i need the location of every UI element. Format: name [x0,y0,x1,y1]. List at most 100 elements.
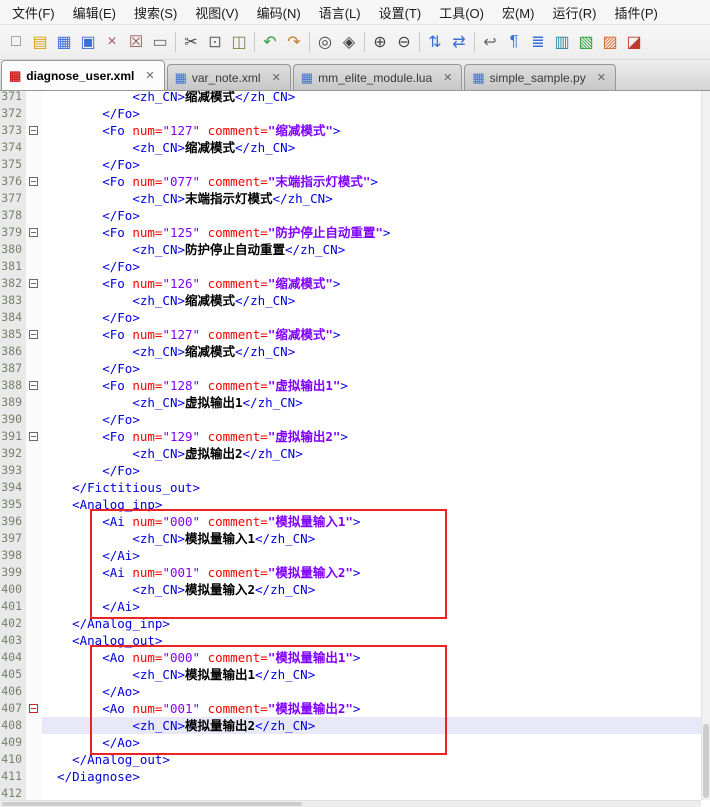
code-text[interactable]: <Ao num="000" comment="模拟量输出1"> [42,649,710,666]
fold-collapse-icon[interactable] [29,228,38,237]
cut-icon[interactable]: ✂ [179,30,203,54]
close-tab-icon[interactable]: ✕ [270,71,283,84]
code-text[interactable]: </Fo> [42,360,710,377]
code-text[interactable]: <Fo num="129" comment="虚拟输出2"> [42,428,710,445]
menu-item-2[interactable]: 编辑(E) [64,0,125,25]
tab-simple-sample-py[interactable]: ▦simple_sample.py✕ [464,64,616,90]
menu-item-4[interactable]: 视图(V) [186,0,247,25]
code-text[interactable]: <Fo num="126" comment="缩减模式"> [42,275,710,292]
close-tab-icon[interactable]: ✕ [441,71,454,84]
replace-icon[interactable]: ◈ [337,30,361,54]
code-text[interactable]: </Ao> [42,683,710,700]
plugin-red-icon[interactable]: ◪ [622,30,646,54]
sync-vertical-icon[interactable]: ⇅ [423,30,447,54]
find-icon[interactable]: ◎ [313,30,337,54]
save-all-icon[interactable]: ▣ [76,30,100,54]
tab-var-note-xml[interactable]: ▦var_note.xml✕ [167,64,291,90]
code-text[interactable]: <Ai num="000" comment="模拟量输入1"> [42,513,710,530]
horizontal-scrollbar[interactable] [0,800,701,807]
code-text[interactable]: <Analog_inp> [42,496,710,513]
plugin-orange-icon[interactable]: ▨ [598,30,622,54]
code-text[interactable]: </Analog_inp> [42,615,710,632]
function-list-icon[interactable]: ▧ [574,30,598,54]
code-text[interactable]: <zh_CN>防护停止自动重置</zh_CN> [42,241,710,258]
code-text[interactable]: <Fo num="125" comment="防护停止自动重置"> [42,224,710,241]
code-text[interactable]: <Fo num="127" comment="缩减模式"> [42,122,710,139]
code-text[interactable]: <zh_CN>缩减模式</zh_CN> [42,91,710,105]
open-folder-icon[interactable]: ▤ [28,30,52,54]
code-text[interactable]: <zh_CN>模拟量输入2</zh_CN> [42,581,710,598]
paste-icon[interactable]: ◫ [227,30,251,54]
code-text[interactable]: </Fo> [42,411,710,428]
close-tab-icon[interactable]: ✕ [143,69,156,82]
vertical-scrollbar-thumb[interactable] [703,724,709,798]
code-text[interactable]: <Fo num="128" comment="虚拟输出1"> [42,377,710,394]
code-text[interactable]: </Fo> [42,156,710,173]
line-number: 376 [0,173,26,190]
close-file-icon[interactable]: × [100,30,124,54]
fold-collapse-icon[interactable] [29,279,38,288]
new-file-icon[interactable]: □ [4,30,28,54]
menu-item-9[interactable]: 宏(M) [493,0,544,25]
tab-mm-elite-module-lua[interactable]: ▦mm_elite_module.lua✕ [293,64,463,90]
close-tab-icon[interactable]: ✕ [595,71,608,84]
undo-icon[interactable]: ↶ [258,30,282,54]
code-text[interactable]: <zh_CN>模拟量输入1</zh_CN> [42,530,710,547]
fold-collapse-icon[interactable] [29,381,38,390]
code-text[interactable]: </Fo> [42,462,710,479]
save-icon[interactable]: ▦ [52,30,76,54]
code-text[interactable]: <Fo num="127" comment="缩减模式"> [42,326,710,343]
indent-guide-icon[interactable]: ≣ [526,30,550,54]
menu-item-5[interactable]: 编码(N) [248,0,310,25]
code-text[interactable]: <Ao num="001" comment="模拟量输出2"> [42,700,710,717]
code-text[interactable]: <Analog_out> [42,632,710,649]
word-wrap-icon[interactable]: ↩ [478,30,502,54]
code-text[interactable]: </Analog_out> [42,751,710,768]
zoom-in-icon[interactable]: ⊕ [368,30,392,54]
code-text[interactable]: <Ai num="001" comment="模拟量输入2"> [42,564,710,581]
code-text[interactable]: <zh_CN>模拟量输出2</zh_CN> [42,717,710,734]
menu-item-6[interactable]: 语言(L) [310,0,370,25]
code-text[interactable]: <zh_CN>虚拟输出2</zh_CN> [42,445,710,462]
close-all-icon[interactable]: ☒ [124,30,148,54]
code-text[interactable]: <zh_CN>缩减模式</zh_CN> [42,139,710,156]
print-icon[interactable]: ▭ [148,30,172,54]
code-text[interactable]: <Fo num="077" comment="末端指示灯模式"> [42,173,710,190]
show-all-chars-icon[interactable]: ¶ [502,30,526,54]
code-text[interactable]: <zh_CN>缩减模式</zh_CN> [42,343,710,360]
sync-horizontal-icon[interactable]: ⇄ [447,30,471,54]
fold-collapse-icon[interactable] [29,330,38,339]
menu-item-7[interactable]: 设置(T) [370,0,431,25]
code-text[interactable]: </Fo> [42,258,710,275]
fold-collapse-icon[interactable] [29,432,38,441]
code-text[interactable]: <zh_CN>末端指示灯模式</zh_CN> [42,190,710,207]
fold-collapse-icon[interactable] [29,177,38,186]
code-text[interactable]: </Fo> [42,309,710,326]
code-text[interactable]: <zh_CN>模拟量输出1</zh_CN> [42,666,710,683]
code-text[interactable]: </Fictitious_out> [42,479,710,496]
doc-map-icon[interactable]: ▥ [550,30,574,54]
fold-collapse-icon[interactable] [29,704,38,713]
code-line: 386 <zh_CN>缩减模式</zh_CN> [0,343,710,360]
fold-collapse-icon[interactable] [29,126,38,135]
menu-item-11[interactable]: 插件(P) [606,0,667,25]
menu-item-8[interactable]: 工具(O) [430,0,493,25]
zoom-out-icon[interactable]: ⊖ [392,30,416,54]
menu-item-3[interactable]: 搜索(S) [125,0,186,25]
redo-icon[interactable]: ↷ [282,30,306,54]
vertical-scrollbar[interactable] [701,91,710,800]
menu-item-1[interactable]: 文件(F) [3,0,64,25]
code-text[interactable]: </Fo> [42,207,710,224]
code-text[interactable]: </Ai> [42,547,710,564]
editor[interactable]: 371 <zh_CN>缩减模式</zh_CN>372 </Fo>373 <Fo … [0,91,710,807]
code-text[interactable]: <zh_CN>缩减模式</zh_CN> [42,292,710,309]
code-text[interactable]: </Ao> [42,734,710,751]
horizontal-scrollbar-thumb[interactable] [2,802,302,806]
tab-diagnose-user-xml[interactable]: ▦diagnose_user.xml✕ [1,60,165,90]
code-text[interactable]: </Diagnose> [42,768,710,785]
code-text[interactable]: <zh_CN>虚拟输出1</zh_CN> [42,394,710,411]
copy-icon[interactable]: ⊡ [203,30,227,54]
menu-item-10[interactable]: 运行(R) [543,0,605,25]
code-text[interactable]: </Fo> [42,105,710,122]
code-text[interactable]: </Ai> [42,598,710,615]
